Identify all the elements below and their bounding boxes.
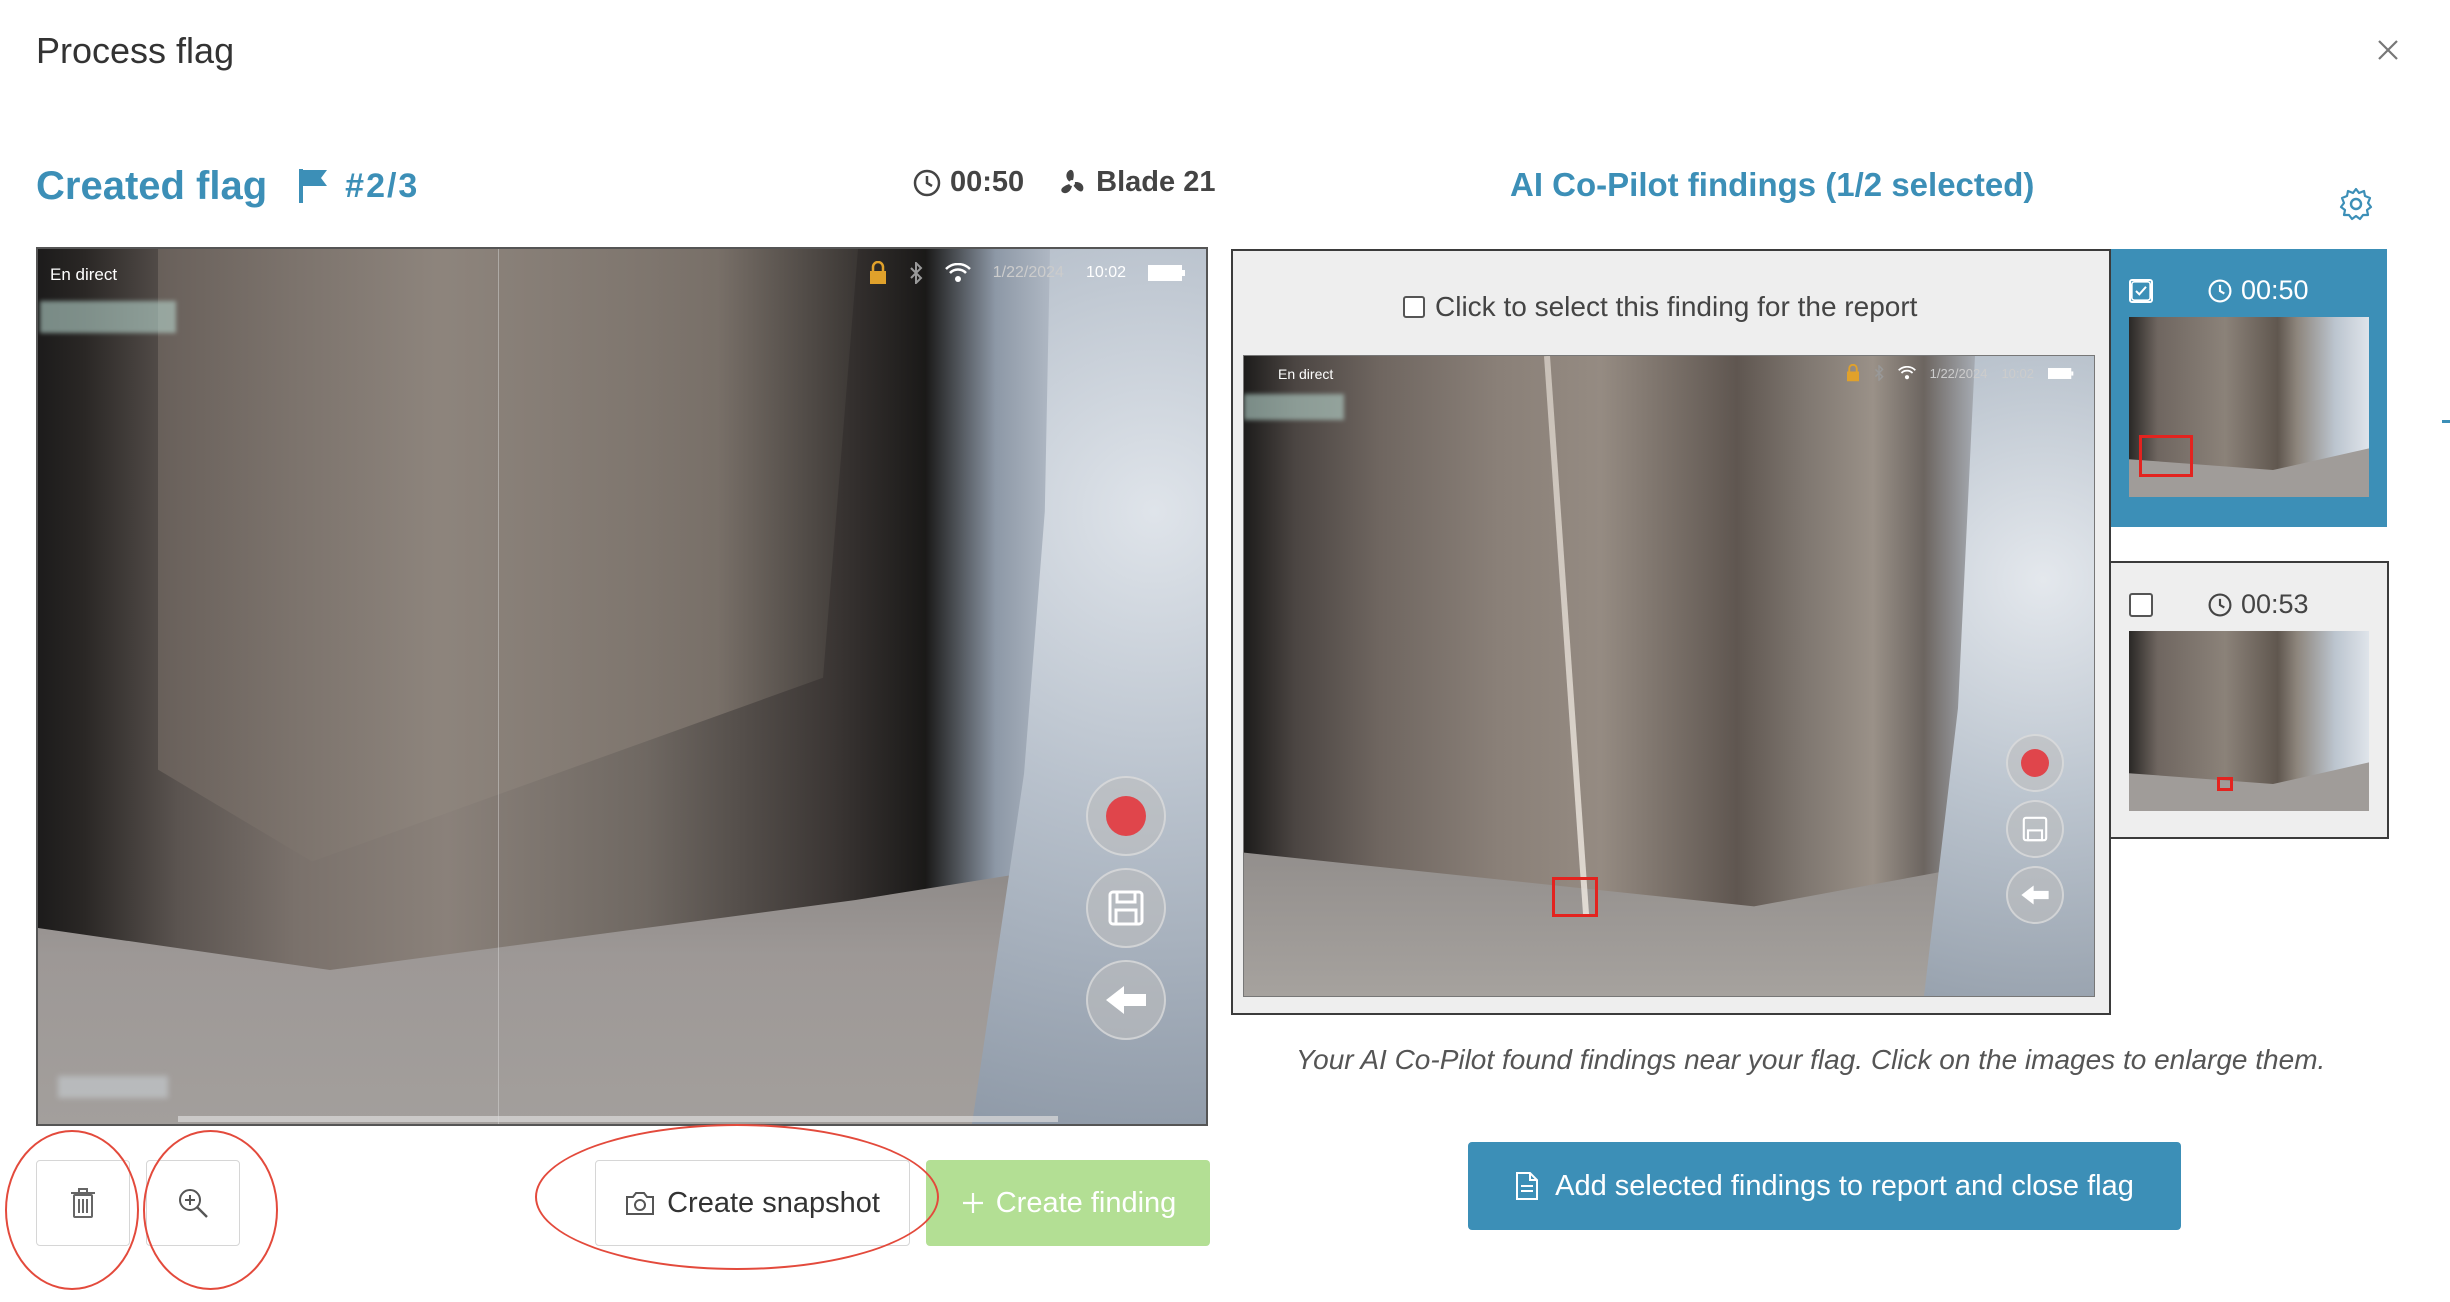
clock-icon [913,169,941,196]
gear-icon [2339,187,2373,221]
flag-meta: 00:50 Blade 21 [912,166,1215,199]
thumbnail-image[interactable] [2129,631,2369,811]
redacted-label [40,301,176,333]
select-finding-toggle[interactable]: Click to select this finding for the rep… [1403,291,1917,323]
ai-device-clock: 10:02 [2001,365,2034,381]
arrow-left-icon [1106,986,1146,1014]
plus-icon [962,1193,983,1213]
ai-device-date: 1/22/2024 [1929,365,1988,381]
arrow-left-icon [2021,885,2049,905]
blade-edge [1544,356,1590,915]
trash-icon [71,1188,95,1218]
thumbnail-time-label: 00:50 [2241,275,2309,305]
ai-finding-image[interactable]: En direct 1/22/2024 10:02 [1243,355,2095,997]
thumbnail-image[interactable] [2129,317,2369,497]
zoom-button[interactable] [146,1160,240,1246]
device-clock: 10:02 [1085,264,1126,281]
clock-icon [2208,593,2232,616]
detection-box [1552,877,1598,917]
flag-number: #2/3 [345,166,420,205]
turbine-blade [158,249,858,862]
create-snapshot-label: Create snapshot [667,1186,880,1219]
live-label: En direct [50,265,118,284]
record-indicator [1086,776,1166,856]
checkbox-checked-icon [2131,280,2151,301]
flag-time: 00:50 [912,166,1024,199]
thumbnail-header: 00:53 [2129,589,2369,620]
video-scrollbar[interactable] [178,1116,1058,1122]
engine-floor [2129,762,2369,811]
device-date: 1/22/2024 [992,264,1064,281]
detection-box [2217,777,2233,791]
thumbnail-time-label: 00:53 [2241,589,2309,619]
thumbnail-time: 00:50 [2207,275,2309,306]
document-icon [1516,1172,1539,1200]
battery-icon [1148,265,1185,281]
ai-device-controls [2006,734,2064,924]
clock-icon [2208,279,2232,302]
redacted-label [1244,394,1344,420]
save-indicator [2006,800,2064,858]
flag-blade-label: Blade 21 [1096,166,1216,198]
flag-title: Created flag [36,163,268,208]
record-dot-icon [1106,796,1146,836]
save-indicator [1086,868,1166,948]
flag-header: Created flag #2/3 [36,160,419,212]
select-finding-label: Click to select this finding for the rep… [1435,291,1918,322]
device-status-bar: 1/22/2024 10:02 [869,261,1186,285]
add-findings-label: Add selected findings to report and clos… [1555,1169,2134,1202]
wifi-icon [1897,366,1916,380]
close-button[interactable] [2370,32,2406,68]
device-controls [1086,776,1166,1040]
save-icon [1108,890,1144,926]
close-icon [2378,40,2398,60]
ai-device-status: 1/22/2024 10:02 [1846,364,2074,382]
delete-flag-button[interactable] [36,1160,130,1246]
record-dot-icon [2021,749,2049,777]
finding-thumbnail-2[interactable]: 00:53 [2111,561,2389,839]
back-indicator [2006,866,2064,924]
lock-icon [1846,364,1859,382]
fan-icon [1061,169,1084,193]
add-findings-button[interactable]: Add selected findings to report and clos… [1468,1142,2181,1230]
redacted-label [58,1076,168,1098]
lock-icon [869,261,886,284]
ai-findings-title: AI Co-Pilot findings (1/2 selected) [1510,166,2035,203]
dialog-title: Process flag [36,30,235,71]
camera-icon [626,1192,655,1215]
thumbnail-checkbox[interactable] [2129,278,2153,303]
thumbnail-checkbox[interactable] [2129,592,2153,617]
ai-live-label: En direct [1278,366,1334,382]
battery-icon [2048,367,2074,379]
scroll-indicator [2442,420,2450,423]
bluetooth-icon [1874,365,1884,381]
create-finding-button[interactable]: Create finding [926,1160,1210,1246]
create-snapshot-button[interactable]: Create snapshot [595,1160,910,1246]
finding-thumbnail-1[interactable]: 00:50 [2111,249,2387,527]
ai-finding-panel: Click to select this finding for the rep… [1231,249,2111,1015]
thumbnail-header: 00:50 [2129,275,2369,306]
flag-time-label: 00:50 [950,166,1025,198]
flag-video-frame[interactable]: En direct 1/22/2024 10:02 [36,247,1208,1126]
save-icon [2022,816,2048,842]
record-indicator [2006,734,2064,792]
bluetooth-icon [910,262,923,284]
wifi-icon [944,263,971,282]
detection-box [2139,435,2193,477]
ai-help-text: Your AI Co-Pilot found findings near you… [1296,1044,2326,1075]
zoom-in-icon [179,1189,208,1218]
scrub-line [498,249,499,1124]
create-finding-label: Create finding [995,1186,1177,1219]
select-finding-checkbox[interactable] [1403,296,1425,318]
flag-icon [299,169,328,203]
back-indicator [1086,960,1166,1040]
flag-blade: Blade 21 [1056,166,1215,199]
settings-button[interactable] [2338,186,2374,222]
thumbnail-time: 00:53 [2207,589,2309,620]
